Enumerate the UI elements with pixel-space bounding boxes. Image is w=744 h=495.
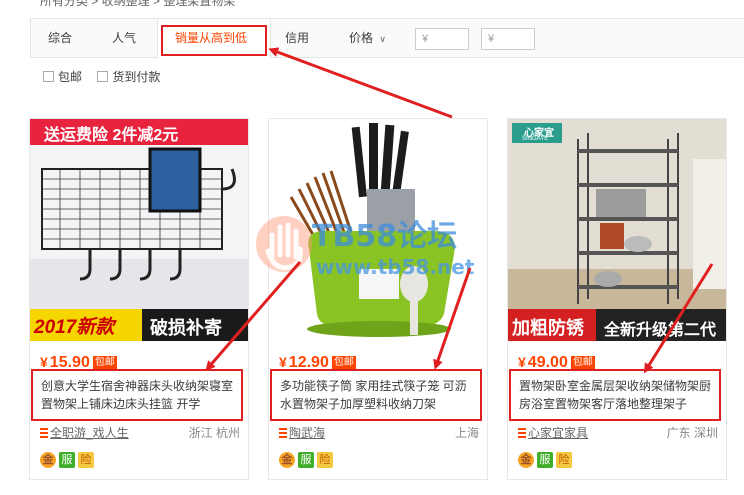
image-banner-bottom-right: 全新升级第二代	[604, 322, 717, 339]
service-badges: 金服险	[40, 452, 97, 470]
gold-seller-icon[interactable]: 金	[518, 452, 534, 468]
product-title[interactable]: 创意大学生宿舍神器床头收纳架寝室置物架上铺床边床头挂篮 开学	[31, 369, 243, 421]
product-image[interactable]: 心家宜 SINGAYE 加粗防锈 全新升级第二代	[508, 119, 726, 341]
shop-location: 浙江 杭州	[188, 426, 240, 440]
sort-price-label: 价格	[349, 31, 374, 45]
gold-seller-icon[interactable]: 金	[279, 452, 295, 468]
shop-icon	[279, 428, 287, 438]
sort-price[interactable]: 价格 ∨	[349, 19, 386, 57]
sort-popularity[interactable]: 人气	[112, 19, 136, 57]
free-shipping-label: 包邮	[58, 70, 83, 84]
insurance-icon[interactable]: 险	[556, 452, 572, 468]
free-shipping-tag: 包邮	[92, 356, 117, 370]
shop-row: 心家宜家具 广东 深圳	[518, 424, 718, 440]
currency-symbol: ¥	[279, 354, 287, 370]
product-card[interactable]: 心家宜 SINGAYE 加粗防锈 全新升级第二代 ¥49.00 包邮 置物架卧室金…	[507, 118, 727, 480]
sort-credit[interactable]: 信用	[285, 19, 309, 57]
cod-label: 货到付款	[112, 70, 161, 84]
brand-logo-sub: SINGAYE	[522, 136, 549, 142]
shop-icon	[518, 428, 526, 438]
free-shipping-tag: 包邮	[331, 356, 356, 370]
cod-option[interactable]: 货到付款	[97, 70, 160, 84]
free-shipping-tag: 包邮	[570, 356, 595, 370]
product-title[interactable]: 置物架卧室金属层架收纳架储物架厨房浴室置物架客厅落地整理架子	[509, 369, 721, 421]
checkbox-free-shipping[interactable]	[43, 71, 54, 82]
image-banner-bottom-left: 加粗防锈	[512, 318, 584, 338]
insurance-icon[interactable]: 险	[317, 452, 333, 468]
product-title[interactable]: 多功能筷子筒 家用挂式筷子笼 可沥水置物架子加厚塑料收纳刀架	[270, 369, 482, 421]
filter-options: 包邮 货到付款	[43, 68, 160, 88]
chevron-down-icon: ∨	[379, 34, 386, 44]
product-card[interactable]: ¥12.90 包邮 多功能筷子筒 家用挂式筷子笼 可沥水置物架子加厚塑料收纳刀架 …	[268, 118, 488, 480]
service-icon[interactable]: 服	[59, 452, 75, 468]
shop-row: 陶武海 上海	[279, 424, 479, 440]
free-shipping-option[interactable]: 包邮	[43, 70, 82, 84]
price-min-input[interactable]: ¥	[415, 28, 469, 50]
product-image[interactable]	[269, 119, 487, 341]
shop-link[interactable]: 全职游_戏人生	[50, 426, 129, 440]
annotation-box-sort	[161, 25, 267, 56]
price-max-input[interactable]: ¥	[481, 28, 535, 50]
sort-bar: 综合 人气 销量从高到低 信用 价格 ∨ ¥ - ¥	[30, 18, 744, 58]
image-banner-bottom-right: 破损补寄	[150, 318, 222, 338]
image-banner-bottom-left: 2017新款	[34, 317, 115, 338]
shop-icon	[40, 428, 48, 438]
shop-link[interactable]: 心家宜家具	[528, 426, 588, 440]
image-banner-top: 送运费险 2件减2元	[44, 127, 179, 144]
shop-location: 广东 深圳	[666, 426, 718, 440]
sort-comprehensive[interactable]: 综合	[48, 19, 72, 57]
currency-symbol: ¥	[40, 354, 48, 370]
shop-row: 全职游_戏人生 浙江 杭州	[40, 424, 240, 440]
product-image[interactable]: 送运费险 2件减2元 2017新款 破损补寄	[30, 119, 248, 341]
gold-seller-icon[interactable]: 金	[40, 452, 56, 468]
checkbox-cod[interactable]	[97, 71, 109, 82]
insurance-icon[interactable]: 险	[78, 452, 94, 468]
shop-link[interactable]: 陶武海	[289, 426, 325, 440]
shop-location: 上海	[454, 426, 479, 440]
service-icon[interactable]: 服	[298, 452, 314, 468]
service-icon[interactable]: 服	[537, 452, 553, 468]
currency-symbol: ¥	[518, 354, 526, 370]
breadcrumb: 所有分类 > 收纳整理 > 整理架置物架	[40, 0, 236, 8]
service-badges: 金服险	[279, 452, 336, 470]
product-card[interactable]: 送运费险 2件减2元 2017新款 破损补寄 ¥15.90 包邮 创意大学生宿舍神…	[29, 118, 249, 480]
service-badges: 金服险	[518, 452, 575, 470]
